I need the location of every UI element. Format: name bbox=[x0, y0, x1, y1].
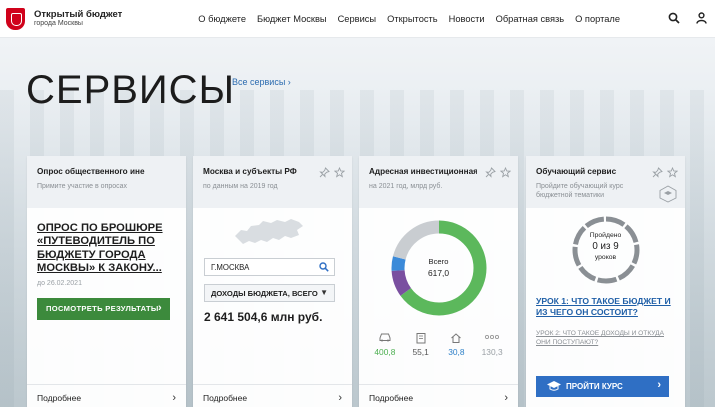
stat-value: 30,8 bbox=[448, 347, 465, 357]
nav-about-portal[interactable]: О портале bbox=[575, 14, 620, 24]
card-more-link[interactable]: Подробнее › bbox=[193, 384, 352, 407]
building-icon bbox=[404, 332, 438, 344]
donut-total-label: Всего bbox=[428, 257, 449, 266]
user-icon[interactable] bbox=[696, 12, 707, 24]
indicator-select[interactable]: ДОХОДЫ БЮДЖЕТА, ВСЕГО ▼ bbox=[204, 284, 335, 302]
star-icon[interactable] bbox=[666, 165, 679, 183]
card-more-link[interactable]: Подробнее › bbox=[359, 384, 518, 407]
card-subtitle: по данным на 2019 год bbox=[203, 183, 278, 190]
search-icon[interactable] bbox=[319, 262, 329, 274]
start-course-label: ПРОЙТИ КУРС bbox=[566, 382, 623, 391]
pin-icon[interactable] bbox=[652, 165, 663, 183]
more-label: Подробнее bbox=[369, 393, 414, 403]
top-header: Открытый бюджет города Москвы О бюджете … bbox=[0, 0, 715, 38]
card-subtitle: на 2021 год, млрд руб. bbox=[369, 183, 443, 190]
survey-date: до 26.02.2021 bbox=[37, 280, 82, 287]
chevron-right-icon: › bbox=[158, 302, 162, 314]
more-label: Подробнее bbox=[37, 393, 82, 403]
view-results-button[interactable]: ПОСМОТРЕТЬ РЕЗУЛЬТАТЫ › bbox=[37, 298, 170, 320]
lesson-1-link[interactable]: УРОК 1: ЧТО ТАКОЕ БЮДЖЕТ И ИЗ ЧЕГО ОН СО… bbox=[536, 296, 676, 317]
all-services-link[interactable]: Все сервисы › bbox=[232, 77, 291, 87]
card-header: Москва и субъекты РФ по данным на 2019 г… bbox=[193, 156, 352, 208]
card-header: Обучающий сервис Пройдите обучающий курс… bbox=[526, 156, 685, 208]
nav-about-budget[interactable]: О бюджете bbox=[198, 14, 246, 24]
stat-value: 55,1 bbox=[412, 347, 429, 357]
card-header: Опрос общественного инения Примите участ… bbox=[27, 156, 186, 208]
view-results-label: ПОСМОТРЕТЬ РЕЗУЛЬТАТЫ bbox=[46, 304, 159, 313]
chevron-right-icon: › bbox=[504, 392, 508, 404]
region-search-input[interactable]: Г.МОСКВА bbox=[204, 258, 335, 276]
star-icon[interactable] bbox=[499, 165, 512, 183]
progress-label-top: Пройдено bbox=[589, 232, 622, 239]
star-icon[interactable] bbox=[333, 165, 346, 183]
stat-transport: 400,8 bbox=[368, 332, 402, 357]
investment-stats: 400,8 55,1 30,8 130,3 bbox=[359, 332, 518, 357]
stat-housing: 30,8 bbox=[439, 332, 473, 357]
card-header: Адресная инвестиционная пр... на 2021 го… bbox=[359, 156, 518, 208]
lesson-2-link[interactable]: УРОК 2: ЧТО ТАКОЕ ДОХОДЫ И ОТКУДА ОНИ ПО… bbox=[536, 330, 676, 347]
card-training: Обучающий сервис Пройдите обучающий курс… bbox=[526, 156, 685, 407]
card-more-link[interactable]: Подробнее › bbox=[27, 384, 186, 407]
card-title: Адресная инвестиционная пр... bbox=[369, 167, 477, 176]
site-logo[interactable]: Открытый бюджет города Москвы bbox=[6, 7, 123, 30]
graduation-cap-icon bbox=[546, 380, 562, 394]
card-title: Обучающий сервис bbox=[536, 167, 617, 176]
card-subtitle: Пройдите обучающий курс бюджетной темати… bbox=[536, 183, 624, 200]
card-title: Москва и субъекты РФ bbox=[203, 167, 297, 176]
stat-social: 55,1 bbox=[404, 332, 438, 357]
budget-value: 2 641 504,6 млн руб. bbox=[204, 310, 323, 324]
nav-services[interactable]: Сервисы bbox=[338, 14, 377, 24]
search-icon[interactable] bbox=[668, 12, 680, 24]
card-title: Опрос общественного инения bbox=[37, 167, 145, 176]
main-nav: О бюджете Бюджет Москвы Сервисы Открытос… bbox=[198, 14, 631, 24]
chevron-right-icon: › bbox=[657, 379, 661, 391]
nav-news[interactable]: Новости bbox=[449, 14, 485, 24]
nav-moscow-budget[interactable]: Бюджет Москвы bbox=[257, 14, 327, 24]
page-title: СЕРВИСЫ bbox=[26, 68, 235, 112]
logo-subtitle: города Москвы bbox=[34, 19, 83, 27]
stat-other: 130,3 bbox=[475, 332, 509, 357]
progress-label-bottom: уроков bbox=[594, 254, 617, 261]
dots-icon bbox=[475, 332, 509, 344]
moscow-coat-of-arms-icon bbox=[6, 7, 25, 30]
russia-map-icon bbox=[235, 219, 303, 244]
nav-openness[interactable]: Открытость bbox=[387, 14, 437, 24]
card-subtitle: Примите участие в опросах bbox=[37, 183, 128, 190]
progress-label-mid: 0 из 9 bbox=[592, 241, 619, 252]
stat-value: 400,8 bbox=[374, 347, 396, 357]
pin-icon[interactable] bbox=[319, 165, 330, 183]
donut-total-value: 617,0 bbox=[428, 268, 449, 278]
chevron-right-icon: › bbox=[172, 392, 176, 404]
region-input-value: Г.МОСКВА bbox=[211, 263, 250, 272]
stat-value: 130,3 bbox=[481, 347, 503, 357]
card-investment: Адресная инвестиционная пр... на 2021 го… bbox=[359, 156, 518, 407]
course-icon bbox=[658, 185, 678, 208]
chevron-down-icon: ▼ bbox=[320, 288, 328, 297]
house-icon bbox=[439, 332, 473, 344]
logo-title: Открытый бюджет bbox=[34, 8, 123, 20]
card-regions: Москва и субъекты РФ по данным на 2019 г… bbox=[193, 156, 352, 407]
chevron-right-icon: › bbox=[338, 392, 342, 404]
more-label: Подробнее bbox=[203, 393, 248, 403]
indicator-select-value: ДОХОДЫ БЮДЖЕТА, ВСЕГО bbox=[211, 289, 318, 298]
pin-icon[interactable] bbox=[485, 165, 496, 183]
nav-feedback[interactable]: Обратная связь bbox=[496, 14, 565, 24]
survey-link[interactable]: ОПРОС ПО БРОШЮРЕ «ПУТЕВОДИТЕЛЬ ПО БЮДЖЕТ… bbox=[37, 222, 177, 276]
card-survey: Опрос общественного инения Примите участ… bbox=[27, 156, 186, 407]
car-icon bbox=[368, 332, 402, 344]
start-course-button[interactable]: ПРОЙТИ КУРС › bbox=[536, 376, 669, 397]
